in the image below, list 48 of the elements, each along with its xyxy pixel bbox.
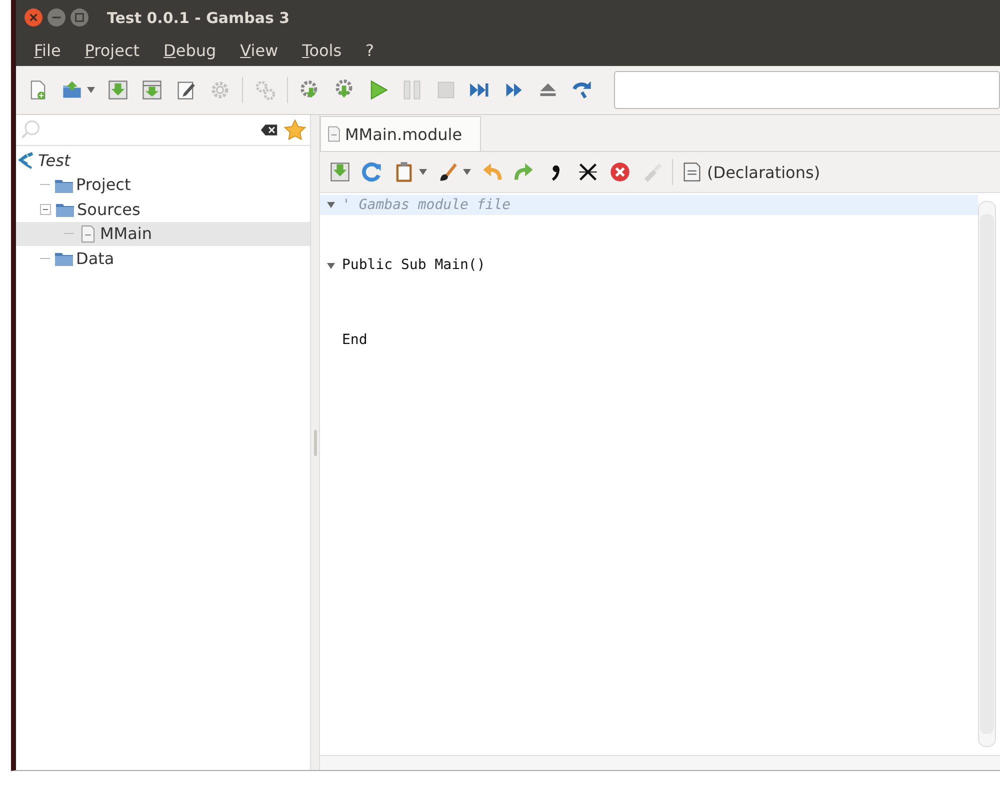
vertical-scrollbar[interactable] — [978, 201, 996, 747]
tree-item[interactable]: Project — [74, 175, 133, 194]
procedure-selector[interactable]: (Declarations) — [677, 159, 824, 185]
window-title: Test 0.0.1 - Gambas 3 — [107, 8, 290, 26]
minimize-icon[interactable] — [47, 8, 66, 27]
project-logo-icon — [16, 150, 36, 170]
menu-item[interactable]: Tools — [290, 41, 354, 60]
fold-icon[interactable] — [327, 202, 335, 208]
download-tray-icon — [141, 79, 163, 101]
caret-icon — [87, 87, 95, 93]
refresh-icon — [361, 161, 383, 183]
download-tray-icon — [107, 79, 129, 101]
tree-item[interactable]: MMain — [98, 224, 154, 244]
caret-icon — [419, 169, 427, 175]
horizontal-scrollbar[interactable] — [320, 755, 1000, 770]
menu-item[interactable]: File — [22, 41, 73, 60]
editor-tab[interactable]: MMain.module — [320, 116, 482, 151]
code-line: End — [342, 332, 368, 348]
menu-item[interactable]: ? — [354, 41, 386, 60]
download-tray-icon — [329, 161, 351, 183]
code-comment: ' Gambas module file — [342, 197, 511, 213]
curved-arrow-icon — [571, 79, 593, 101]
stop-icon — [435, 79, 457, 101]
tree-item[interactable]: Data — [74, 248, 116, 268]
edit-note-icon — [175, 79, 197, 101]
star-icon[interactable] — [284, 119, 306, 141]
text-field[interactable] — [614, 71, 1000, 109]
error-icon — [609, 161, 631, 183]
cross-icon — [577, 161, 599, 183]
menu-item[interactable]: Project — [72, 41, 152, 60]
gear-icon — [209, 79, 231, 101]
gears-icon — [254, 79, 276, 101]
collapse-toggle[interactable] — [40, 204, 51, 215]
maximize-icon[interactable] — [70, 8, 89, 27]
splitter-handle[interactable] — [314, 430, 316, 456]
search-icon — [20, 119, 42, 141]
close-icon[interactable] — [24, 8, 43, 27]
tree-item[interactable]: Test — [36, 150, 72, 170]
caret-icon — [463, 169, 471, 175]
document-icon — [681, 161, 703, 183]
clear-icon[interactable] — [260, 123, 278, 137]
menu-item[interactable]: Debug — [152, 41, 228, 60]
pause-icon — [401, 79, 423, 101]
tree-item[interactable]: Sources — [75, 200, 142, 219]
fold-icon[interactable] — [327, 262, 335, 268]
menu-item[interactable]: View — [228, 41, 290, 60]
code-line: Public Sub Main() — [342, 256, 486, 272]
file-icon — [325, 125, 343, 143]
